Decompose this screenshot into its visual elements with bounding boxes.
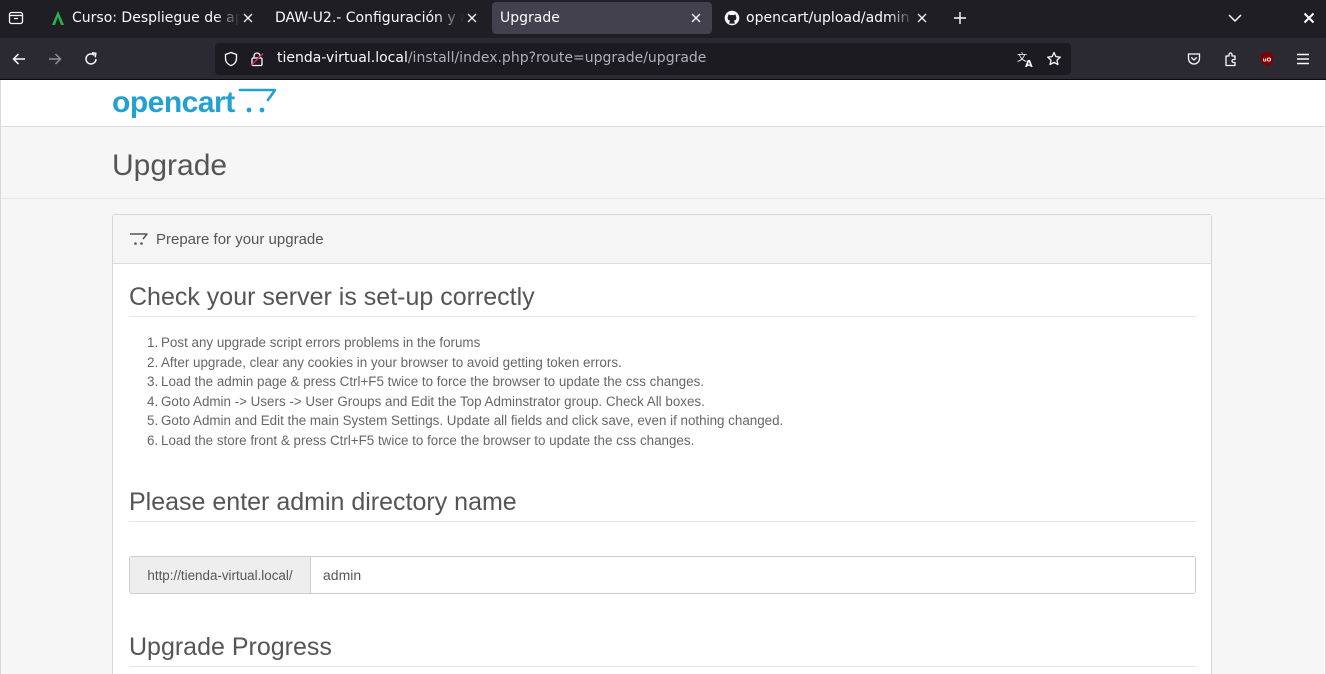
list-item: 5. Goto Admin and Edit the main System Se… [147,411,783,431]
tab-moodle-course[interactable]: Curso: Despliegue de aplicaciones web [42,2,264,34]
admin-directory-input[interactable] [311,557,1195,593]
ublock-origin-icon: uO [1261,52,1273,66]
tracking-protection-shield-icon[interactable] [221,49,241,69]
list-all-tabs-button[interactable] [1221,5,1249,31]
close-icon [1303,12,1315,24]
step-text: Load the admin page & press Ctrl+F5 twic… [161,374,704,390]
tab-bar: Curso: Despliegue de aplicaciones web DA… [0,0,1326,38]
url-text: tienda-virtual.local/install/index.php?r… [277,50,706,66]
list-item: 1. Post any upgrade script errors problem… [147,333,783,353]
admin-url-prefix: http://tienda-virtual.local/ [130,557,311,593]
firefox-view-icon [8,11,24,25]
step-text: Goto Admin -> Users -> User Groups and E… [161,393,705,409]
divider [129,666,1196,667]
url-bar[interactable]: tienda-virtual.local/install/index.php?r… [215,43,1071,75]
opencart-logo[interactable]: opencart [112,86,276,120]
step-text: After upgrade, clear any cookies in your… [161,354,622,370]
logo-wordmark: opencart [112,86,235,119]
translate-icon[interactable]: 文A [1016,49,1036,69]
application-menu-button[interactable] [1289,45,1317,73]
admin-directory-input-group: http://tienda-virtual.local/ [129,556,1196,594]
new-tab-button[interactable] [946,5,974,31]
svg-text:uO: uO [1263,58,1272,64]
navigation-toolbar: tienda-virtual.local/install/index.php?r… [0,38,1326,80]
list-item: 6. Load the store front & press Ctrl+F5 t… [147,431,783,451]
close-window-button[interactable] [1295,5,1323,31]
step-number: 5. [147,413,159,429]
site-header: opencart [1,80,1325,127]
panel-heading-label: Prepare for your upgrade [156,230,324,248]
tab-title: DAW-U2.- Configuración y administración [275,10,464,26]
tab-title: Curso: Despliegue de aplicaciones web [72,10,240,26]
url-path: /install/index.php?route=upgrade/upgrade [407,50,707,66]
moodle-a-icon [50,10,66,26]
list-item: 3. Load the admin page & press Ctrl+F5 tw… [147,372,783,392]
list-item: 4. Goto Admin -> Users -> User Groups and… [147,392,783,412]
firefox-view-button[interactable] [4,5,28,31]
step-text: Post any upgrade script errors problems … [161,335,481,350]
svg-text:A: A [1025,59,1033,68]
divider [129,521,1196,522]
step-number: 2. [147,354,159,370]
tab-title: opencart/upload/admin at master [746,10,914,26]
step-number: 3. [147,374,159,390]
puzzle-piece-icon [1225,52,1236,67]
chevron-down-icon [1228,14,1242,23]
divider [129,316,1196,317]
step-number: 4. [147,393,159,409]
reload-button[interactable] [77,45,105,73]
close-tab-icon[interactable] [914,10,930,26]
cart-icon [130,233,148,245]
step-number: 1. [147,335,159,350]
pocket-icon [1187,53,1201,65]
close-tab-icon[interactable] [240,10,256,26]
forward-button[interactable] [41,45,69,73]
github-icon [724,10,740,26]
list-item: 2. After upgrade, clear any cookies in yo… [147,353,783,373]
page-title-bar: Upgrade [1,127,1325,199]
extensions-button[interactable] [1217,45,1245,73]
insecure-lock-icon[interactable] [247,49,267,69]
reload-icon [85,52,97,65]
back-button[interactable] [5,45,33,73]
page-title: Upgrade [112,149,228,182]
url-host: tienda-virtual.local [277,50,408,66]
page-viewport: opencart Upgrade Prepare for your upgrad… [0,80,1326,674]
close-tab-icon[interactable] [464,10,480,26]
tab-github-opencart[interactable]: opencart/upload/admin at master [716,2,938,34]
step-text: Load the store front & press Ctrl+F5 twi… [161,432,695,448]
section-title-upgrade-progress: Upgrade Progress [129,633,332,661]
hamburger-menu-icon [1297,53,1309,65]
upgrade-steps-list: 1. Post any upgrade script errors problem… [147,333,783,451]
pocket-button[interactable] [1180,45,1208,73]
panel-heading: Prepare for your upgrade [113,215,1211,264]
section-title-server-check: Check your server is set-up correctly [129,283,535,311]
arrow-right-icon [49,53,62,65]
step-text: Goto Admin and Edit the main System Sett… [161,413,784,429]
ublock-origin-button[interactable]: uO [1253,45,1281,73]
bookmark-star-icon[interactable] [1044,49,1064,69]
tab-upgrade[interactable]: Upgrade [492,2,712,34]
step-number: 6. [147,432,159,448]
tab-daw-u2[interactable]: DAW-U2.- Configuración y administración [268,2,488,34]
section-title-admin-directory: Please enter admin directory name [129,488,517,516]
arrow-left-icon [12,53,25,65]
plus-icon [954,12,966,24]
close-tab-icon[interactable] [688,10,704,26]
shopping-cart-logo-icon [238,88,276,113]
upgrade-panel: Prepare for your upgrade Check your serv… [112,214,1212,674]
tab-title: Upgrade [500,10,560,26]
